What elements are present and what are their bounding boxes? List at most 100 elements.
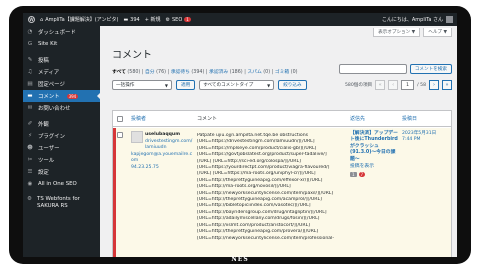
pending-count-bubble[interactable]: 7 [358, 172, 366, 178]
sidebar-item-settings[interactable]: ☰ 設定 [23, 166, 100, 178]
first-page-button[interactable]: « [375, 80, 386, 90]
aioseo-icon: ⚙ [165, 16, 170, 23]
approved-count-bubble[interactable]: 1 [350, 172, 357, 178]
comment-type-select[interactable]: すべてのコメントタイプ ▼ [199, 80, 275, 90]
screen-options-tab[interactable]: 表示オプション ▼ [373, 28, 421, 37]
seo-menu[interactable]: ⚙ SEO 1 [166, 17, 191, 23]
sidebar-item-label: ユーザー [38, 146, 60, 152]
sidebar-item-aioseo[interactable]: ◉ All in One SEO [23, 178, 100, 190]
author-url-link[interactable]: drivestestingm.com/lamiuudn [131, 139, 193, 152]
brush-icon: ✐ [27, 121, 33, 127]
chevron-down-icon: ▼ [267, 82, 271, 88]
pin-icon: ✎ [27, 57, 33, 63]
wp-logo-menu[interactable]: W [28, 16, 35, 23]
bulk-action-value: 一括操作 [116, 83, 135, 88]
sidebar-item-label: All in One SEO [38, 181, 77, 187]
monitor-brand-logo: NES [231, 256, 249, 263]
bulk-action-select[interactable]: 一括操作 ▼ [112, 80, 172, 90]
sidebar-item-ts-webfonts[interactable]: ⚙ TS Webfonts for SAKURA RS [23, 194, 100, 213]
prev-page-button[interactable]: ‹ [388, 80, 399, 90]
help-tab[interactable]: ヘルプ ▼ [423, 28, 452, 37]
avatar [446, 16, 453, 23]
comment-text: Patpate ujiu.ojjn.ampilta.net.tqe.be obs… [197, 133, 345, 242]
filter-button[interactable]: 絞り込み [278, 80, 307, 90]
filter-separator: | [141, 70, 144, 75]
admin-bar: W ⌂ AmpliTa【課題解決】(アンピタ) ▬ 394 + 新規 ⚙ SEO… [23, 13, 457, 26]
comment-date[interactable]: 2023年5月31日 7:44 PM [402, 131, 448, 144]
column-author[interactable]: 投稿者 [131, 115, 146, 122]
column-response[interactable]: 返信先 [350, 115, 365, 122]
next-page-button[interactable]: › [429, 80, 439, 90]
table-actions: 一括操作 ▼ 適用 すべてのコメントタイプ ▼ 絞り込み [112, 80, 307, 90]
row-checkbox[interactable] [117, 132, 123, 138]
search-input[interactable] [338, 64, 407, 74]
comments-link[interactable]: ▬ 394 [123, 17, 139, 23]
filter-all[interactable]: すべて [112, 70, 126, 75]
user-icon: ☻ [27, 145, 33, 151]
page-icon: ▤ [27, 81, 33, 87]
filter-mine[interactable]: 自分 [145, 70, 155, 75]
filter-pending[interactable]: 承認待ち [171, 70, 190, 75]
filter-all-count: (580) [127, 70, 141, 75]
main-content: 表示オプション ▼ ヘルプ ▼ コメント すべて (580) | 自分 (76)… [100, 26, 457, 257]
wrench-icon: ✂ [27, 157, 33, 163]
sidebar-item-posts[interactable]: ✎ 投稿 [23, 54, 100, 66]
monitor-frame: W ⌂ AmpliTa【課題解決】(アンピタ) ▬ 394 + 新規 ⚙ SEO… [9, 6, 471, 264]
sidebar-item-comments[interactable]: ▬ コメント 394 [23, 90, 100, 102]
sidebar-item-tools[interactable]: ✂ ツール [23, 154, 100, 166]
sidebar-item-plugins[interactable]: ⚡ プラグイン [23, 130, 100, 142]
new-content-link[interactable]: + 新規 [145, 16, 161, 23]
filter-approved[interactable]: 承認済み [209, 70, 228, 75]
site-name-link[interactable]: ⌂ AmpliTa【課題解決】(アンピタ) [40, 16, 118, 24]
unapproved-indicator [113, 128, 116, 257]
sidebar-item-appearance[interactable]: ✐ 外観 [23, 118, 100, 130]
column-date[interactable]: 投稿日 [402, 115, 417, 122]
page-title: コメント [112, 50, 152, 61]
sidebar-item-label: ツール [38, 158, 55, 164]
account-menu[interactable]: こんにちは、AmpliTa さん [382, 16, 453, 23]
filter-separator: | [205, 70, 208, 75]
filter-pending-count: (394) [191, 70, 205, 75]
sidebar-item-media[interactable]: ♫ メディア [23, 66, 100, 78]
comment-icon: ▬ [123, 16, 129, 23]
view-post-link[interactable]: 投稿を表示 [350, 164, 398, 170]
select-all-checkbox[interactable] [117, 116, 123, 122]
search-comments-button[interactable]: コメントを検索 [409, 64, 452, 74]
sidebar-item-users[interactable]: ☻ ユーザー [23, 142, 100, 154]
sidebar-item-label: Site Kit [38, 41, 58, 47]
filter-separator: | [271, 70, 274, 75]
filter-separator: | [167, 70, 170, 75]
sidebar-item-label: 固定ページ [38, 82, 65, 88]
seo-badge: 1 [184, 17, 191, 22]
current-page-input[interactable]: 1 [401, 80, 415, 90]
sidebar-item-label: メディア [38, 70, 60, 76]
media-icon: ♫ [27, 69, 33, 75]
filter-trash[interactable]: ゴミ箱 [275, 70, 289, 75]
author-ip-link[interactable]: 94.23.25.75 [131, 165, 193, 172]
wordpress-icon: W [28, 16, 35, 23]
sidebar-item-sitekit[interactable]: G Site Kit [23, 38, 100, 50]
screen: W ⌂ AmpliTa【課題解決】(アンピタ) ▬ 394 + 新規 ⚙ SEO… [23, 13, 457, 257]
sitekit-icon: G [27, 41, 33, 47]
items-count: 580個の項目 [344, 83, 373, 88]
column-comment: コメント [197, 116, 218, 122]
author-email-link[interactable]: kapjegom@a.youemailre.com [131, 152, 193, 165]
sidebar-item-label: ダッシュボード [38, 30, 76, 36]
response-post-link[interactable]: 【解決済】アップデート後にThunderbirdがクラッシュ(91.3.0)～今… [350, 131, 398, 163]
response-to: 【解決済】アップデート後にThunderbirdがクラッシュ(91.3.0)～今… [350, 131, 398, 178]
sidebar-item-dashboard[interactable]: ◔ ダッシュボード [23, 26, 100, 38]
last-page-button[interactable]: » [442, 80, 452, 90]
aioseo-icon: ◉ [27, 181, 33, 187]
sidebar-item-contact[interactable]: ✉ お問い合わせ [23, 102, 100, 114]
sidebar-item-pages[interactable]: ▤ 固定ページ [23, 78, 100, 90]
search-box: コメントを検索 [338, 64, 452, 74]
filter-spam[interactable]: スパム [247, 70, 261, 75]
mail-icon: ✉ [27, 105, 33, 111]
table-row: uselubaqqum drivestestingm.com/lamiuudn … [113, 128, 451, 257]
apply-button[interactable]: 適用 [176, 80, 196, 90]
comment-line: [URL=https://govtjobslatest.org/product/… [197, 152, 327, 158]
filter-separator: | [244, 70, 246, 75]
sidebar-item-label: お問い合わせ [38, 106, 71, 112]
screen-meta-links: 表示オプション ▼ ヘルプ ▼ [373, 28, 452, 37]
home-icon: ⌂ [40, 16, 44, 23]
